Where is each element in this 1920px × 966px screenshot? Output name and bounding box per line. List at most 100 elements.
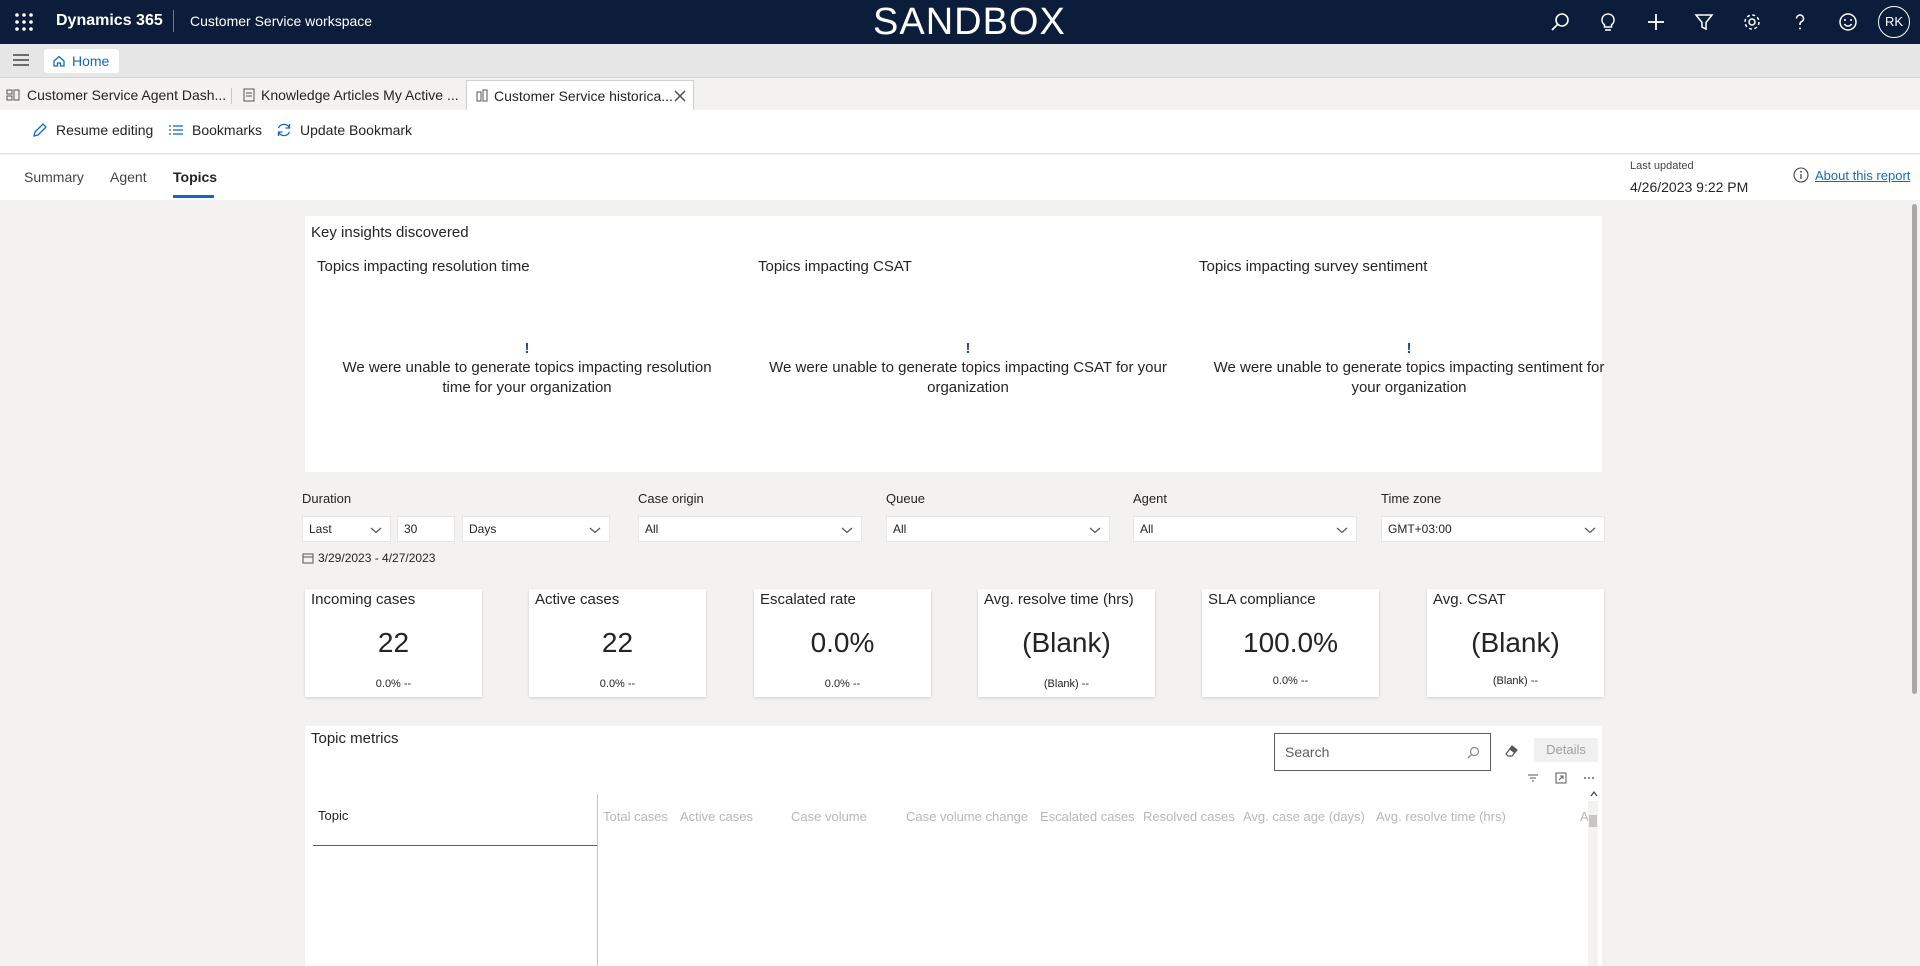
more-options-icon[interactable]: [1582, 771, 1596, 785]
search-icon: [1467, 746, 1480, 759]
time-zone-dropdown[interactable]: GMT+03:00: [1381, 516, 1605, 542]
filter-icon[interactable]: [1526, 771, 1540, 785]
resume-editing-label: Resume editing: [56, 122, 154, 138]
app-launcher-icon[interactable]: [12, 10, 36, 34]
kpi-title: Incoming cases: [311, 591, 416, 608]
column-header-case-volume[interactable]: Case volume: [791, 809, 867, 824]
kpi-change: 0.0% --: [375, 678, 412, 690]
duration-count-value: 30: [404, 522, 418, 536]
kpi-value: 100.0%: [1243, 627, 1338, 658]
hamburger-menu-icon[interactable]: [12, 52, 30, 68]
insight-heading: Topics impacting CSAT: [758, 258, 912, 275]
table-scrollbar[interactable]: [1588, 801, 1598, 966]
insight-heading: Topics impacting resolution time: [317, 258, 530, 275]
calendar-icon: [302, 553, 314, 564]
smiley-icon[interactable]: [1837, 11, 1859, 33]
tab-agent-dashboard[interactable]: Customer Service Agent Dash...: [0, 80, 230, 110]
last-updated-value: 4/26/2023 9:22 PM: [1630, 179, 1749, 195]
resume-editing-button[interactable]: Resume editing: [32, 122, 153, 138]
kpi-value: 22: [601, 627, 634, 658]
insight-survey-sentiment: Topics impacting survey sentiment ! We w…: [1199, 258, 1619, 396]
update-bookmark-button[interactable]: Update Bookmark: [276, 122, 412, 138]
duration-unit-value: Days: [469, 522, 497, 536]
warning-icon: !: [965, 340, 971, 357]
tab-summary[interactable]: Summary: [24, 169, 84, 185]
kpi-value: (Blank): [1471, 627, 1560, 658]
queue-label: Queue: [886, 491, 926, 506]
warning-icon: !: [1406, 340, 1412, 357]
duration-unit-dropdown[interactable]: Days: [462, 516, 610, 542]
dashboard-icon: [6, 89, 20, 101]
case-origin-value: All: [645, 522, 659, 536]
home-icon: [53, 55, 65, 67]
insight-message: We were unable to generate topics impact…: [769, 359, 1167, 396]
topic-search-input[interactable]: Search: [1274, 733, 1491, 771]
warning-icon: !: [524, 340, 530, 357]
insight-resolution-time: Topics impacting resolution time ! We we…: [317, 258, 737, 396]
last-updated-label: Last updated: [1630, 160, 1694, 172]
table-scrollbar-thumb[interactable]: [1589, 815, 1597, 827]
kpi-value: 0.0%: [810, 627, 875, 658]
filter-icon[interactable]: [1693, 11, 1715, 33]
queue-dropdown[interactable]: All: [886, 516, 1110, 542]
details-button[interactable]: Details: [1534, 738, 1598, 762]
key-insights-card: Key insights discovered Topics impacting…: [305, 216, 1604, 472]
chevron-up-icon[interactable]: [1590, 790, 1598, 798]
column-header-escalated-cases[interactable]: Escalated cases: [1040, 809, 1135, 824]
duration-relative-dropdown[interactable]: Last: [302, 516, 391, 542]
topic-column-header[interactable]: Topic: [318, 808, 348, 823]
bookmarks-icon: [169, 125, 183, 135]
app-name[interactable]: Customer Service workspace: [190, 13, 372, 29]
case-origin-dropdown[interactable]: All: [638, 516, 862, 542]
column-header-resolved-cases[interactable]: Resolved cases: [1143, 809, 1235, 824]
plus-icon[interactable]: [1645, 11, 1667, 33]
lightbulb-icon[interactable]: [1597, 11, 1619, 33]
about-report-link[interactable]: About this report: [1793, 167, 1910, 183]
site-map-bar: Home: [0, 44, 1920, 78]
key-insights-title: Key insights discovered: [311, 224, 469, 241]
home-label: Home: [72, 53, 110, 69]
search-icon[interactable]: [1549, 11, 1571, 33]
insight-csat: Topics impacting CSAT ! We were unable t…: [758, 258, 1178, 396]
kpi-change: 0.0% --: [824, 678, 861, 690]
column-header-total-cases[interactable]: Total cases: [603, 809, 668, 824]
insight-message: We were unable to generate topics impact…: [1213, 359, 1605, 396]
column-header-case-volume-change[interactable]: Case volume change: [906, 809, 1028, 824]
tab-topics[interactable]: Topics: [173, 169, 217, 185]
kpi-title: Escalated rate: [760, 591, 856, 608]
kpi-value: (Blank): [1022, 627, 1111, 658]
session-tabs-bar: Customer Service Agent Dash... Knowledge…: [0, 80, 1920, 110]
eraser-icon[interactable]: [1503, 742, 1519, 758]
search-placeholder: Search: [1285, 744, 1330, 760]
help-icon[interactable]: [1789, 11, 1811, 33]
duration-count-input[interactable]: 30: [397, 516, 455, 542]
brand-name[interactable]: Dynamics 365: [56, 12, 163, 30]
report-scrollbar[interactable]: [1910, 200, 1920, 966]
bookmarks-button[interactable]: Bookmarks: [168, 122, 262, 138]
scrollbar-thumb[interactable]: [1912, 204, 1917, 694]
user-avatar[interactable]: RK: [1878, 6, 1910, 38]
home-button[interactable]: Home: [44, 49, 120, 73]
close-icon[interactable]: [673, 89, 687, 103]
column-header-active-cases[interactable]: Active cases: [680, 809, 753, 824]
column-header-avg-resolve-time[interactable]: Avg. resolve time (hrs): [1376, 809, 1506, 824]
tab-knowledge-articles[interactable]: Knowledge Articles My Active ...: [236, 80, 462, 110]
agent-value: All: [1140, 522, 1154, 536]
agent-label: Agent: [1133, 491, 1167, 506]
kpi-change: 0.0% --: [599, 678, 636, 690]
chevron-down-icon: [1336, 527, 1348, 534]
tab-label: Knowledge Articles My Active ...: [261, 87, 459, 103]
tab-historical-analytics[interactable]: Customer Service historica...: [466, 80, 694, 110]
command-bar: Resume editing Bookmarks Update Bookmark: [0, 110, 1920, 154]
kpi-title: Active cases: [535, 591, 620, 608]
focus-mode-icon[interactable]: [1554, 771, 1568, 785]
kpi-value: 22: [377, 627, 410, 658]
agent-dropdown[interactable]: All: [1133, 516, 1357, 542]
column-header-avg-case-age[interactable]: Avg. case age (days): [1243, 809, 1365, 824]
case-origin-label: Case origin: [638, 491, 704, 506]
kpi-title: Avg. CSAT: [1433, 591, 1506, 608]
date-range-text: 3/29/2023 - 4/27/2023: [318, 551, 436, 565]
gear-icon[interactable]: [1741, 11, 1763, 33]
tab-agent[interactable]: Agent: [110, 169, 147, 185]
top-nav-bar: Dynamics 365 Customer Service workspace …: [0, 0, 1920, 44]
